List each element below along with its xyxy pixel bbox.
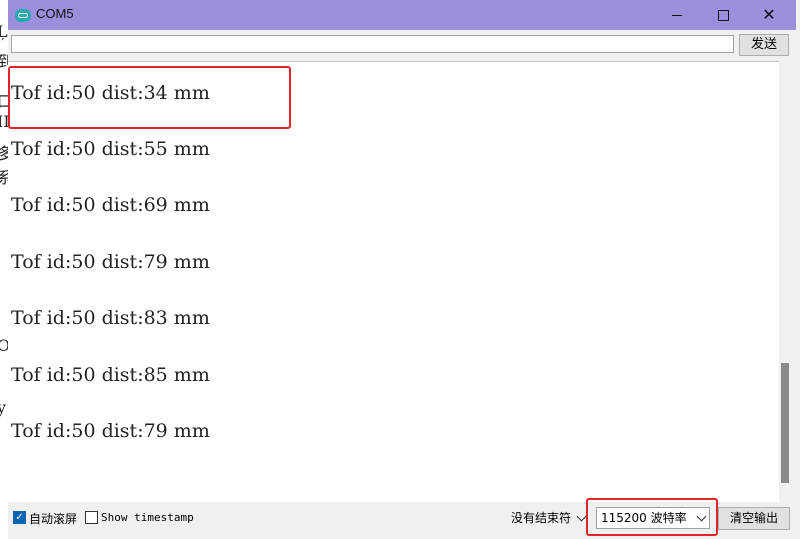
line-ending-select[interactable]: 没有结束符 [506, 507, 590, 529]
vertical-scrollbar[interactable] [779, 61, 796, 502]
output-line: Tof id:50 dist:79 mm [11, 420, 210, 442]
scrollbar-thumb[interactable] [781, 363, 789, 483]
autoscroll-checkbox[interactable]: ✓ [13, 511, 26, 524]
background-fragment: y [0, 398, 7, 417]
background-fragment: 多 [0, 140, 8, 164]
background-fragment: Ļ [0, 22, 8, 41]
close-button[interactable]: ✕ [746, 0, 792, 30]
background-fragment: II [0, 112, 8, 131]
output-line: Tof id:50 dist:85 mm [11, 364, 210, 386]
background-fragment: 口 [0, 88, 8, 112]
annotation-highlight-first-line [8, 66, 291, 129]
output-line: Tof id:50 dist:79 mm [11, 251, 210, 273]
maximize-icon [717, 10, 729, 21]
timestamp-checkbox[interactable] [85, 511, 98, 524]
window-title: COM5 [36, 6, 74, 21]
background-fragment: O [0, 336, 8, 355]
output-line: Tof id:50 dist:55 mm [11, 138, 210, 160]
arduino-icon [15, 9, 31, 22]
close-icon: ✕ [762, 5, 776, 24]
timestamp-label[interactable]: Show timestamp [101, 511, 194, 524]
title-bar[interactable]: COM5 ✕ [8, 0, 796, 30]
minimize-button[interactable] [654, 0, 700, 30]
background-fragment: 系 [0, 164, 8, 188]
send-button[interactable]: 发送 [739, 34, 789, 56]
minimize-icon [672, 15, 682, 16]
line-ending-value: 没有结束符 [511, 511, 572, 525]
annotation-highlight-baud-rate [586, 498, 718, 536]
chevron-down-icon [576, 511, 587, 522]
maximize-button[interactable] [700, 0, 746, 30]
autoscroll-label[interactable]: 自动滚屏 [29, 510, 77, 527]
send-input[interactable] [11, 35, 734, 53]
background-fragment: 到 [0, 48, 8, 72]
checkmark-icon: ✓ [15, 512, 24, 523]
output-line: Tof id:50 dist:83 mm [11, 307, 210, 329]
background-window-strip: Ļ 到 口 II 多 系 O y [0, 0, 8, 539]
clear-output-button[interactable]: 清空输出 [718, 507, 790, 530]
output-line: Tof id:50 dist:69 mm [11, 194, 210, 216]
send-bar: 发送 [8, 30, 796, 60]
